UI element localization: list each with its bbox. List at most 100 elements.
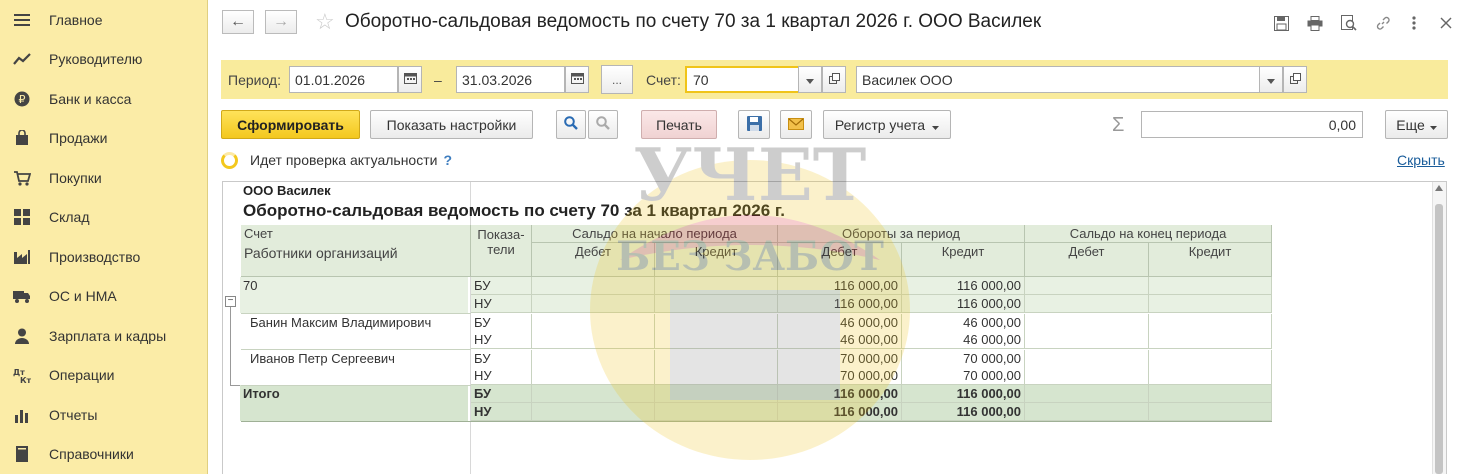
status-text: Идет проверка актуальности: [250, 152, 438, 168]
cell-od: [532, 331, 655, 349]
cell-ind: НУ: [471, 403, 532, 421]
star-icon[interactable]: ☆: [315, 9, 335, 35]
sidebar: Главное Руководителю ₽ Банк и касса Прод…: [0, 0, 208, 474]
account-dropdown-button[interactable]: [798, 66, 822, 93]
help-icon[interactable]: ?: [443, 152, 452, 168]
collapse-toggle[interactable]: −: [225, 296, 236, 307]
save-icon[interactable]: [1272, 14, 1290, 32]
sidebar-item-production[interactable]: Производство: [0, 237, 208, 276]
cell-cd: [1025, 314, 1149, 332]
search-icon: [564, 116, 578, 133]
preview-icon[interactable]: [1340, 14, 1358, 32]
sidebar-item-reports[interactable]: Отчеты: [0, 395, 208, 434]
organization-field[interactable]: Василек ООО: [856, 66, 1260, 93]
print-button[interactable]: Печать: [641, 110, 717, 139]
cell-cd: [1025, 350, 1149, 368]
ruble-icon: ₽: [12, 90, 32, 108]
sidebar-item-sales[interactable]: Продажи: [0, 118, 208, 157]
cell-cc: [1149, 331, 1272, 349]
header-account: Счет: [241, 225, 471, 243]
cell-tc: 70 000,00: [902, 350, 1025, 368]
generate-button[interactable]: Сформировать: [221, 110, 360, 139]
scroll-up-icon[interactable]: [1435, 185, 1443, 191]
cell-od: [532, 314, 655, 332]
period-start-field[interactable]: 01.01.2026: [289, 66, 398, 93]
sidebar-item-label: Отчеты: [49, 406, 98, 423]
cell-od: [532, 403, 655, 421]
print-icon[interactable]: [1306, 14, 1324, 32]
cell-td: 46 000,00: [778, 331, 902, 349]
row-divider: [241, 349, 471, 350]
row-name: 70: [240, 277, 468, 313]
more-vertical-icon[interactable]: [1405, 14, 1423, 32]
sidebar-item-manager[interactable]: Руководителю: [0, 39, 208, 78]
more-button-label: Еще: [1396, 116, 1425, 133]
report-area: ООО Василек Оборотно-сальдовая ведомость…: [222, 181, 1447, 474]
account-open-button[interactable]: [822, 66, 846, 93]
cell-oc: [655, 367, 778, 385]
search-button[interactable]: [556, 110, 586, 139]
organization-open-button[interactable]: [1283, 66, 1307, 93]
forward-button[interactable]: →: [265, 10, 297, 34]
chevron-down-icon: [1267, 73, 1275, 87]
cell-ind: БУ: [471, 277, 532, 295]
register-button-label: Регистр учета: [834, 116, 926, 133]
sum-field[interactable]: 0,00: [1141, 111, 1363, 138]
sidebar-item-main[interactable]: Главное: [0, 0, 208, 39]
envelope-icon: [788, 117, 804, 133]
sidebar-item-directories[interactable]: Справочники: [0, 434, 208, 473]
hide-link[interactable]: Скрыть: [1397, 152, 1445, 168]
vertical-scrollbar[interactable]: [1432, 182, 1446, 474]
cell-cc: [1149, 385, 1272, 403]
cell-tc: 116 000,00: [902, 403, 1025, 421]
cell-tc: 116 000,00: [902, 277, 1025, 295]
period-select-button[interactable]: ...: [601, 65, 633, 94]
account-field[interactable]: 70: [685, 66, 800, 93]
cancel-search-button[interactable]: [588, 110, 618, 139]
cell-td: 116 000,00: [778, 403, 902, 421]
more-button[interactable]: Еще: [1385, 110, 1448, 139]
cell-td: 116 000,00: [778, 277, 902, 295]
register-button[interactable]: Регистр учета: [823, 110, 951, 139]
cell-cc: [1149, 350, 1272, 368]
cell-ind: БУ: [471, 385, 532, 403]
sidebar-item-salary[interactable]: Зарплата и кадры: [0, 316, 208, 355]
scroll-thumb[interactable]: [1435, 204, 1443, 474]
sidebar-item-purchases[interactable]: Покупки: [0, 158, 208, 197]
cell-cc: [1149, 314, 1272, 332]
chevron-down-icon: [932, 117, 940, 133]
back-button[interactable]: ←: [222, 10, 254, 34]
sidebar-item-operations[interactable]: Дт Кт Операции: [0, 355, 208, 394]
bar-chart-icon: [12, 406, 32, 424]
close-icon[interactable]: [1437, 14, 1455, 32]
calendar-start-button[interactable]: [398, 66, 422, 93]
report-title: Оборотно-сальдовая ведомость по счету 70…: [243, 201, 785, 220]
cell-ind: НУ: [471, 367, 532, 385]
floppy-disk-icon: [746, 115, 762, 134]
email-button[interactable]: [780, 110, 812, 139]
cell-tc: 46 000,00: [902, 331, 1025, 349]
menu-icon: [12, 11, 32, 29]
period-end-field[interactable]: 31.03.2026: [456, 66, 565, 93]
tree-line: [230, 307, 231, 385]
operations-icon: Дт Кт: [12, 366, 32, 384]
row-name: Иванов Петр Сергеевич: [247, 350, 468, 368]
header-turnover: Обороты за период: [778, 225, 1025, 243]
arrow-left-icon: ←: [230, 13, 246, 30]
link-icon[interactable]: [1374, 14, 1392, 32]
save-report-button[interactable]: [738, 110, 770, 139]
calendar-end-button[interactable]: [565, 66, 589, 93]
organization-dropdown-button[interactable]: [1259, 66, 1283, 93]
row-name: Итого: [240, 385, 468, 421]
header-closing-balance: Сальдо на конец периода: [1025, 225, 1272, 243]
sidebar-item-bank[interactable]: ₽ Банк и касса: [0, 79, 208, 118]
sidebar-item-fixed-assets[interactable]: ОС и НМА: [0, 276, 208, 315]
header-turnover-debit: Дебет: [778, 243, 902, 277]
cell-td: 116 000,00: [778, 385, 902, 403]
show-settings-button[interactable]: Показать настройки: [370, 110, 533, 139]
cell-oc: [655, 331, 778, 349]
cell-cc: [1149, 295, 1272, 313]
sidebar-item-warehouse[interactable]: Склад: [0, 197, 208, 236]
sidebar-item-label: Операции: [49, 366, 115, 383]
loading-spinner-icon: [221, 151, 238, 169]
